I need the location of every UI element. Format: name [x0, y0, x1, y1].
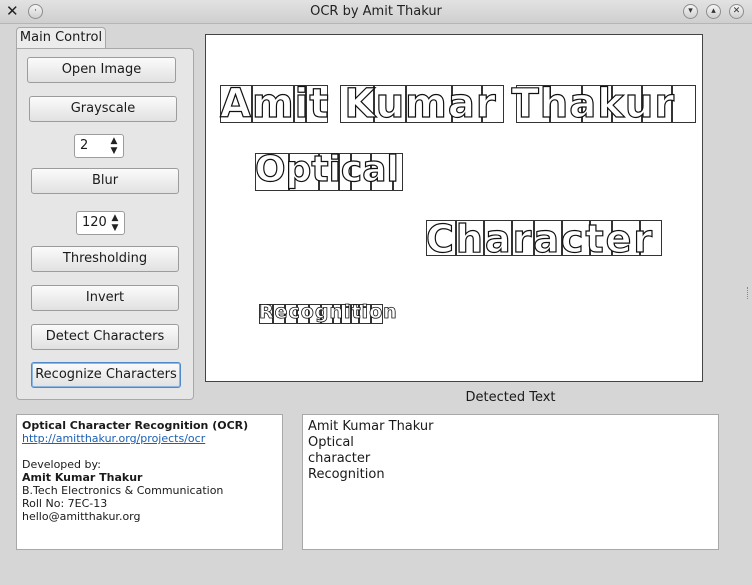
blur-value: 2: [80, 138, 89, 153]
degree-text: B.Tech Electronics & Communication: [22, 484, 224, 497]
canvas-word: Optical: [254, 148, 399, 190]
invert-button[interactable]: Invert: [31, 285, 179, 311]
info-heading: Optical Character Recognition (OCR): [22, 419, 249, 432]
open-image-button[interactable]: Open Image: [27, 57, 176, 83]
maximize-icon[interactable]: ▴: [706, 4, 721, 19]
detected-text-area[interactable]: Amit Kumar Thakur Optical character Reco…: [302, 414, 719, 550]
roll-number: Roll No: 7EC-13: [22, 497, 108, 510]
threshold-spinbox[interactable]: 120 ▲ ▼: [76, 211, 125, 235]
detected-text-label: Detected Text: [465, 390, 556, 405]
detected-line: Amit Kumar Thakur: [308, 419, 434, 434]
detect-characters-button[interactable]: Detect Characters: [31, 324, 179, 350]
canvas-word: Amit Kumar Thakur: [219, 80, 676, 127]
recognize-characters-button[interactable]: Recognize Characters: [31, 362, 181, 388]
canvas-word: Recognition: [259, 301, 398, 324]
project-link[interactable]: http://amitthakur.org/projects/ocr: [22, 432, 277, 445]
spin-arrows-icon[interactable]: ▲ ▼: [109, 213, 121, 233]
spin-arrows-icon[interactable]: ▲ ▼: [108, 136, 120, 156]
detected-line: Recognition: [308, 467, 385, 482]
detected-line: Optical: [308, 435, 354, 450]
image-canvas[interactable]: Amit Kumar Thakur Optical Character Reco…: [205, 34, 703, 382]
minimize-icon[interactable]: ▾: [683, 4, 698, 19]
grayscale-button[interactable]: Grayscale: [29, 96, 177, 122]
window-titlebar: ✕ · OCR by Amit Thakur ▾ ▴ ✕: [0, 0, 752, 24]
resize-grip-icon[interactable]: [747, 287, 750, 299]
blur-spinbox[interactable]: 2 ▲ ▼: [74, 134, 124, 158]
author-name: Amit Kumar Thakur: [22, 471, 143, 484]
threshold-value: 120: [82, 215, 107, 230]
blur-button[interactable]: Blur: [31, 168, 179, 194]
close-icon[interactable]: ✕: [729, 4, 744, 19]
about-info-box: Optical Character Recognition (OCR) http…: [16, 414, 283, 550]
email-text: hello@amitthakur.org: [22, 510, 141, 523]
detected-line: character: [308, 451, 371, 466]
window-title: OCR by Amit Thakur: [310, 4, 442, 19]
thresholding-button[interactable]: Thresholding: [31, 246, 179, 272]
tab-main-control[interactable]: Main Control: [16, 27, 106, 49]
canvas-word: Character: [425, 216, 655, 261]
developed-by-label: Developed by:: [22, 458, 101, 471]
